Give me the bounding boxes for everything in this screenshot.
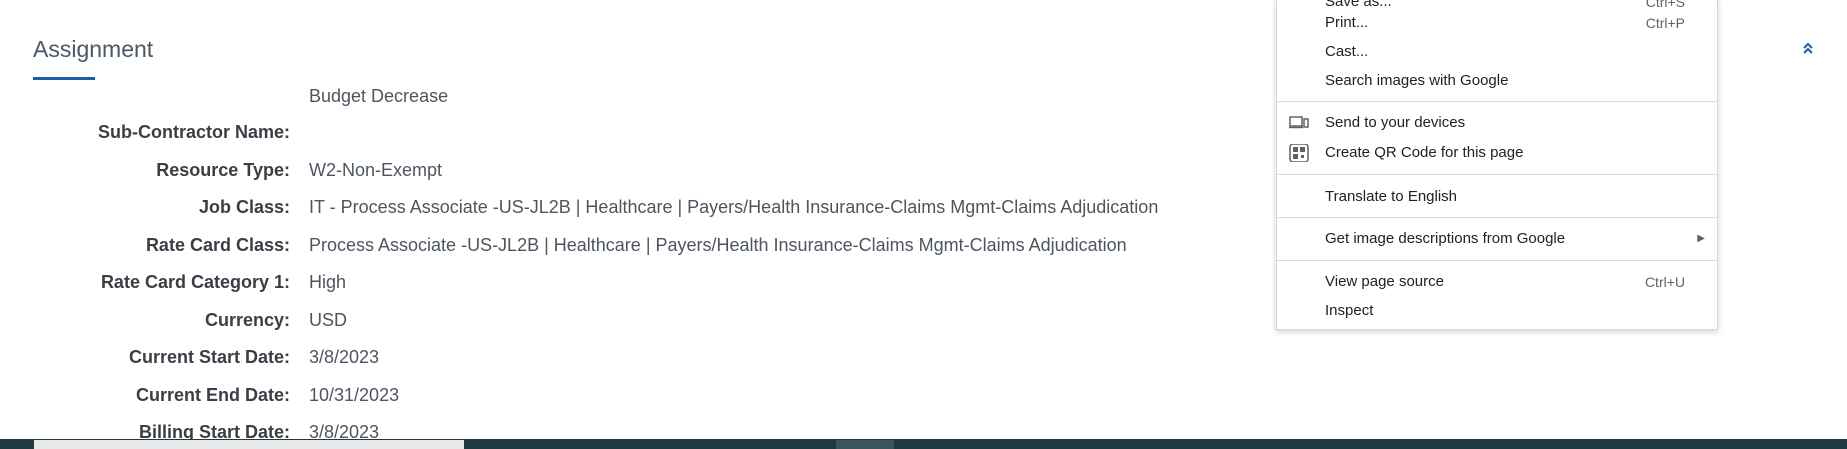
field-label: Sub-Contractor Name: (97, 122, 290, 142)
menu-separator (1277, 260, 1717, 261)
menu-item-image-descriptions[interactable]: Get image descriptions from Google ▶ (1277, 226, 1717, 252)
field-row: Current Start Date: 3/8/2023 (0, 345, 1200, 369)
menu-item-inspect[interactable]: Inspect (1277, 298, 1717, 324)
field-value: 10/31/2023 (309, 385, 400, 405)
menu-item-qr-code[interactable]: Create QR Code for this page (1277, 140, 1717, 166)
field-row: Budget Decrease (0, 84, 1200, 108)
qr-code-icon (1289, 143, 1309, 163)
menu-item-label: Print... (1325, 14, 1369, 31)
field-value: Process Associate -US-JL2B | Healthcare … (309, 235, 1127, 255)
field-row: Rate Card Category 1: High (0, 270, 1200, 294)
menu-separator (1277, 174, 1717, 175)
field-row: Job Class: IT - Process Associate -US-JL… (0, 195, 1200, 219)
double-chevron-up-icon[interactable] (1800, 40, 1816, 56)
field-row: Rate Card Class: Process Associate -US-J… (0, 233, 1200, 257)
field-label: Job Class: (198, 197, 290, 217)
field-label: Current End Date: (135, 385, 290, 405)
field-value: IT - Process Associate -US-JL2B | Health… (309, 197, 1159, 217)
field-label: Resource Type: (156, 160, 290, 180)
menu-item-print[interactable]: Print... Ctrl+P (1277, 10, 1717, 36)
menu-item-label: Inspect (1325, 302, 1374, 319)
field-value: W2-Non-Exempt (309, 160, 443, 180)
menu-item-search-images[interactable]: Search images with Google (1277, 68, 1717, 94)
horizontal-scrollbar[interactable] (34, 440, 464, 449)
menu-item-label: Translate to English (1325, 188, 1458, 205)
menu-item-shortcut: Ctrl+P (1645, 15, 1685, 31)
field-row: Currency: USD (0, 308, 1200, 332)
page: Assignment Budget Decrease Sub-Contracto… (0, 0, 1847, 449)
menu-separator (1277, 217, 1717, 218)
field-label: Currency: (204, 310, 290, 330)
menu-item-cast[interactable]: Cast... (1277, 39, 1717, 65)
field-label: Current Start Date: (128, 347, 290, 367)
menu-item-view-source[interactable]: View page source Ctrl+U (1277, 269, 1717, 295)
taskbar-app-button[interactable] (836, 440, 894, 449)
field-row: Sub-Contractor Name: (0, 120, 1200, 144)
menu-item-translate[interactable]: Translate to English (1277, 184, 1717, 210)
field-row: Current End Date: 10/31/2023 (0, 383, 1200, 407)
menu-item-label: Cast... (1325, 43, 1369, 60)
section-title-underline (33, 77, 95, 80)
field-label: Rate Card Class: (145, 235, 290, 255)
menu-item-shortcut: Ctrl+U (1644, 274, 1685, 290)
submenu-arrow-icon: ▶ (1697, 233, 1705, 244)
menu-item-label: Create QR Code for this page (1325, 144, 1524, 161)
section-title: Assignment (33, 36, 154, 62)
field-value: High (309, 272, 347, 292)
field-value: 3/8/2023 (309, 347, 380, 367)
field-value: USD (309, 310, 348, 330)
field-value: Budget Decrease (309, 86, 449, 106)
field-row: Resource Type: W2-Non-Exempt (0, 158, 1200, 182)
send-to-devices-icon (1289, 114, 1309, 132)
menu-separator (1277, 101, 1717, 102)
menu-item-send-to-devices[interactable]: Send to your devices (1277, 110, 1717, 136)
context-menu: Save as... Ctrl+S Print... Ctrl+P Cast..… (1276, 0, 1718, 330)
field-label: Rate Card Category 1: (100, 272, 290, 292)
menu-item-label: Get image descriptions from Google (1325, 230, 1566, 247)
menu-item-label: Search images with Google (1325, 72, 1509, 89)
menu-item-label: View page source (1325, 273, 1444, 290)
menu-item-label: Send to your devices (1325, 114, 1466, 131)
